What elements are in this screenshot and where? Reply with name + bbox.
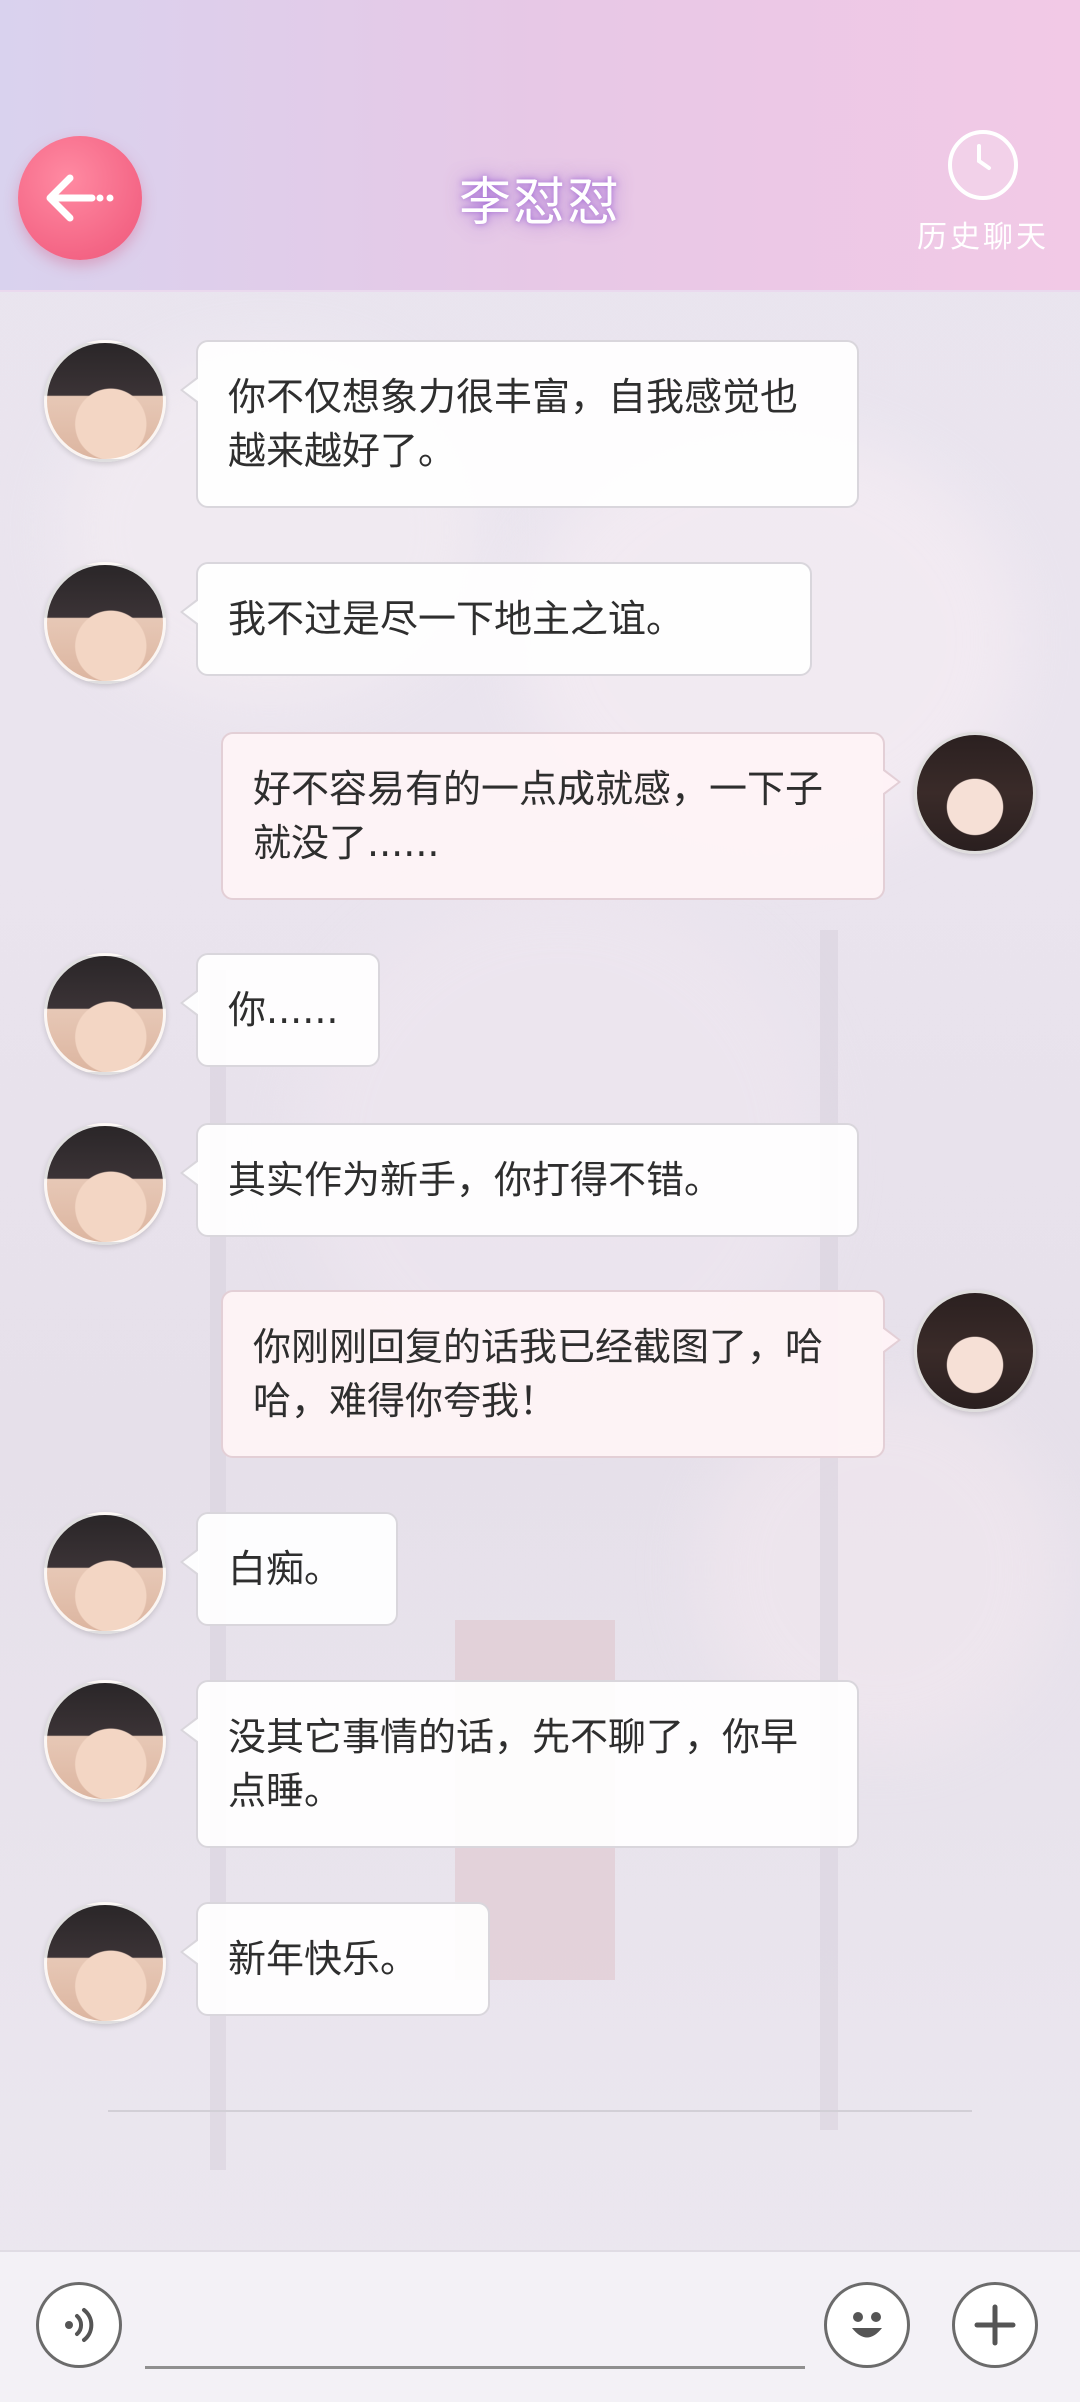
history-chat-button[interactable]: 历史聊天 [908,130,1058,256]
history-label: 历史聊天 [917,220,1049,255]
message-bubble: 你...... [180,953,380,1067]
message-list[interactable]: 你不仅想象力很丰富，自我感觉也越来越好了。 我不过是尽一下地主之谊。 好不容易有… [0,290,1080,2110]
plus-icon [974,2304,1016,2346]
contact-avatar[interactable] [44,1123,166,1245]
message-bubble: 新年快乐。 [180,1902,490,2016]
contact-avatar[interactable] [44,340,166,462]
user-avatar[interactable] [914,1290,1036,1412]
contact-avatar[interactable] [44,1512,166,1634]
divider [108,2110,972,2112]
contact-avatar[interactable] [44,562,166,684]
voice-button[interactable] [36,2282,122,2368]
emoji-button[interactable] [824,2282,910,2368]
message-bubble: 我不过是尽一下地主之谊。 [180,562,812,676]
message-bubble: 你刚刚回复的话我已经截图了，哈哈，难得你夸我！ [221,1290,901,1458]
user-avatar[interactable] [914,732,1036,854]
voice-icon [65,2308,94,2342]
message-bubble: 好不容易有的一点成就感，一下子就没了...... [221,732,901,900]
message-bubble: 你不仅想象力很丰富，自我感觉也越来越好了。 [180,340,859,508]
contact-avatar[interactable] [44,1680,166,1802]
contact-avatar[interactable] [44,1902,166,2024]
message-input[interactable] [145,2366,805,2369]
message-bubble: 其实作为新手，你打得不错。 [180,1123,859,1237]
contact-avatar[interactable] [44,953,166,1075]
clock-icon [948,130,1018,200]
message-bubble: 白痴。 [180,1512,398,1626]
chat-header: 李怼怼 历史聊天 [0,0,1080,292]
message-bubble: 没其它事情的话，先不聊了，你早点睡。 [180,1680,859,1848]
more-button[interactable] [952,2282,1038,2368]
input-bar [0,2250,1080,2402]
emoji-icon [852,2312,882,2338]
